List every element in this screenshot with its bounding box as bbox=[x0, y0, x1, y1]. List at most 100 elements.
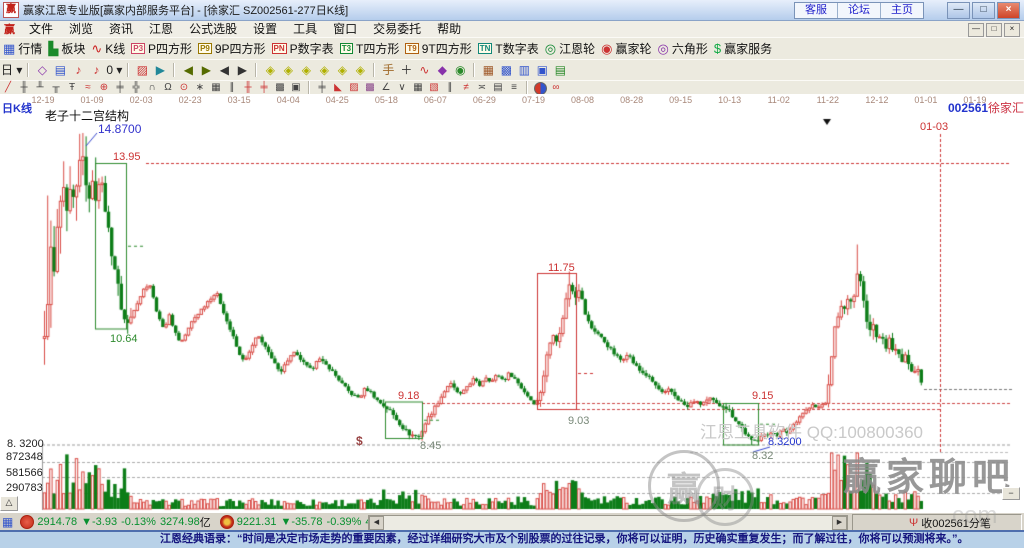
step-last-button[interactable]: ▶ bbox=[198, 62, 214, 78]
mdi-minimize-button[interactable]: — bbox=[968, 23, 984, 37]
menu-item-交易委托[interactable]: 交易委托 bbox=[365, 22, 429, 36]
scroll-right-icon[interactable]: ▶ bbox=[832, 516, 847, 530]
mdi-restore-button[interactable]: □ bbox=[986, 23, 1002, 37]
overlay-tool-2-button[interactable]: ♪ bbox=[88, 62, 104, 78]
menu-item-工具[interactable]: 工具 bbox=[285, 22, 325, 36]
circle-draw-button[interactable]: ⊕ bbox=[97, 82, 111, 94]
diamond-tool-1-button[interactable]: ◈ bbox=[262, 62, 278, 78]
close-button[interactable]: × bbox=[997, 2, 1020, 19]
diamond-tool-5-button[interactable]: ◈ bbox=[334, 62, 350, 78]
gold-tool-button[interactable]: ▩ bbox=[363, 82, 377, 94]
line-tool-3-button[interactable]: ╥ bbox=[49, 82, 63, 94]
menu-item-帮助[interactable]: 帮助 bbox=[429, 22, 469, 36]
pen-tool-button[interactable]: ╱ bbox=[1, 82, 15, 94]
box-tool-button[interactable]: ▦ bbox=[209, 82, 223, 94]
restore-button[interactable]: □ bbox=[972, 2, 995, 19]
wedge-tool-button[interactable]: ◣ bbox=[331, 82, 345, 94]
screen-tool-button[interactable]: ▨ bbox=[134, 62, 150, 78]
diamond-tool-2-button[interactable]: ◈ bbox=[280, 62, 296, 78]
wave-tool-button[interactable]: ∿ bbox=[416, 62, 432, 78]
sectors-button[interactable]: ▙板块 bbox=[48, 40, 85, 57]
percent-tool-button[interactable]: ▨ bbox=[347, 82, 361, 94]
calculator-tool-button[interactable]: ▩ bbox=[498, 62, 514, 78]
omega-tool-button[interactable]: Ω bbox=[161, 82, 175, 94]
overlay-tool-1-button[interactable]: ♪ bbox=[70, 62, 86, 78]
grid-draw-button[interactable]: ╬ bbox=[129, 82, 143, 94]
line-tool-7-button[interactable]: ╫ bbox=[241, 82, 255, 94]
scroll-left-icon[interactable]: ◀ bbox=[369, 516, 384, 530]
winner-service-button[interactable]: $赢家服务 bbox=[714, 40, 772, 57]
line-tool-2-button[interactable]: ╨ bbox=[33, 82, 47, 94]
diamond-tool-3-button[interactable]: ◈ bbox=[298, 62, 314, 78]
t-square-button[interactable]: T3T四方形 bbox=[340, 40, 400, 57]
angle-tool-button[interactable]: ∠ bbox=[379, 82, 393, 94]
grid-icon[interactable]: ▦ bbox=[2, 515, 13, 529]
neq-tool-button[interactable]: ≠ bbox=[459, 82, 473, 94]
p-table-button[interactable]: PNP数字表 bbox=[272, 40, 334, 57]
step-forward-button[interactable]: ▶ bbox=[234, 62, 250, 78]
menu-item-资讯[interactable]: 资讯 bbox=[101, 22, 141, 36]
line-tool-1-button[interactable]: ╫ bbox=[17, 82, 31, 94]
arc-tool-button[interactable]: ∩ bbox=[145, 82, 159, 94]
rows-tool-button[interactable]: ▤ bbox=[491, 82, 505, 94]
menu-item-设置[interactable]: 设置 bbox=[245, 22, 285, 36]
lasso-tool-button[interactable]: ◇ bbox=[34, 62, 50, 78]
t-table-button[interactable]: TNT数字表 bbox=[478, 40, 539, 57]
mdi-close-button[interactable]: × bbox=[1004, 23, 1020, 37]
square-tool-button[interactable]: ▣ bbox=[289, 82, 303, 94]
gann-wheel-button[interactable]: ◎江恩轮 bbox=[545, 40, 595, 57]
flag-tool-button[interactable]: ▶ bbox=[152, 62, 168, 78]
menu-item-浏览[interactable]: 浏览 bbox=[61, 22, 101, 36]
infinity-tool-button[interactable]: ∞ bbox=[549, 82, 563, 94]
quick-button-2[interactable]: 论坛 bbox=[838, 3, 881, 18]
indicator-collapse-button[interactable]: △ bbox=[0, 496, 18, 511]
save-tool-button[interactable]: ▣ bbox=[534, 62, 550, 78]
parallel-2-button[interactable]: ∥ bbox=[443, 82, 457, 94]
hexagon-button[interactable]: ◎六角形 bbox=[657, 40, 707, 57]
line-tool-8-button[interactable]: ╪ bbox=[257, 82, 271, 94]
line-tool-6-button[interactable]: ╪ bbox=[113, 82, 127, 94]
step-back-button[interactable]: ◀ bbox=[216, 62, 232, 78]
quick-button-1[interactable]: 客服 bbox=[795, 3, 838, 18]
zero-dropdown-button[interactable]: 0 ▾ bbox=[106, 62, 122, 78]
quick-button-3[interactable]: 主页 bbox=[881, 3, 923, 18]
monitor-tool-button[interactable]: ▥ bbox=[516, 62, 532, 78]
check-tool-button[interactable]: ∨ bbox=[395, 82, 409, 94]
crosshair-tool-button[interactable]: ＋ bbox=[398, 62, 414, 78]
kline-canvas[interactable] bbox=[0, 94, 1024, 512]
pane-minimize-button[interactable]: − bbox=[1002, 487, 1020, 500]
bars-tool-button[interactable]: ≡ bbox=[507, 82, 521, 94]
target-tool-button[interactable]: ⊙ bbox=[177, 82, 191, 94]
approx-tool-button[interactable]: ≍ bbox=[475, 82, 489, 94]
calendar-tool-button[interactable]: ▦ bbox=[480, 62, 496, 78]
9t-square-button[interactable]: T99T四方形 bbox=[405, 40, 471, 57]
star-tool-button[interactable]: ∗ bbox=[193, 82, 207, 94]
hatch-tool-button[interactable]: ▩ bbox=[273, 82, 287, 94]
period-day-dropdown-button[interactable]: 日 ▾ bbox=[1, 62, 22, 78]
kline-button[interactable]: ∿K线 bbox=[91, 40, 125, 57]
hand-tool-button[interactable]: 手 bbox=[380, 62, 396, 78]
menu-item-窗口[interactable]: 窗口 bbox=[325, 22, 365, 36]
horizontal-scrollbar[interactable]: ◀ ▶ bbox=[368, 515, 848, 531]
minimize-button[interactable]: — bbox=[947, 2, 970, 19]
9p-square-button[interactable]: P99P四方形 bbox=[198, 40, 265, 57]
circle-tool-button[interactable]: ◉ bbox=[452, 62, 468, 78]
diamond-tool-6-button[interactable]: ◈ bbox=[352, 62, 368, 78]
list-tool-button[interactable]: ▤ bbox=[52, 62, 68, 78]
shade-tool-button[interactable]: ▧ bbox=[427, 82, 441, 94]
yinyang-tool-button[interactable] bbox=[533, 82, 547, 94]
winner-wheel-button[interactable]: ◉赢家轮 bbox=[601, 40, 651, 57]
menu-item-江恩[interactable]: 江恩 bbox=[141, 22, 181, 36]
grid-tool-2-button[interactable]: ▦ bbox=[411, 82, 425, 94]
quotes-button[interactable]: ▦行情 bbox=[3, 40, 42, 57]
menu-item-文件[interactable]: 文件 bbox=[21, 22, 61, 36]
p-square-button[interactable]: P3P四方形 bbox=[131, 40, 192, 57]
line-tool-5-button[interactable]: ≈ bbox=[81, 82, 95, 94]
diamond-tool-4-button[interactable]: ◈ bbox=[316, 62, 332, 78]
parallel-tool-button[interactable]: ∥ bbox=[225, 82, 239, 94]
shape-tool-button[interactable]: ◆ bbox=[434, 62, 450, 78]
menu-item-公式选股[interactable]: 公式选股 bbox=[181, 22, 245, 36]
line-tool-4-button[interactable]: Ŧ bbox=[65, 82, 79, 94]
ratio-tool-button[interactable]: ╪ bbox=[315, 82, 329, 94]
step-first-button[interactable]: ◀ bbox=[180, 62, 196, 78]
